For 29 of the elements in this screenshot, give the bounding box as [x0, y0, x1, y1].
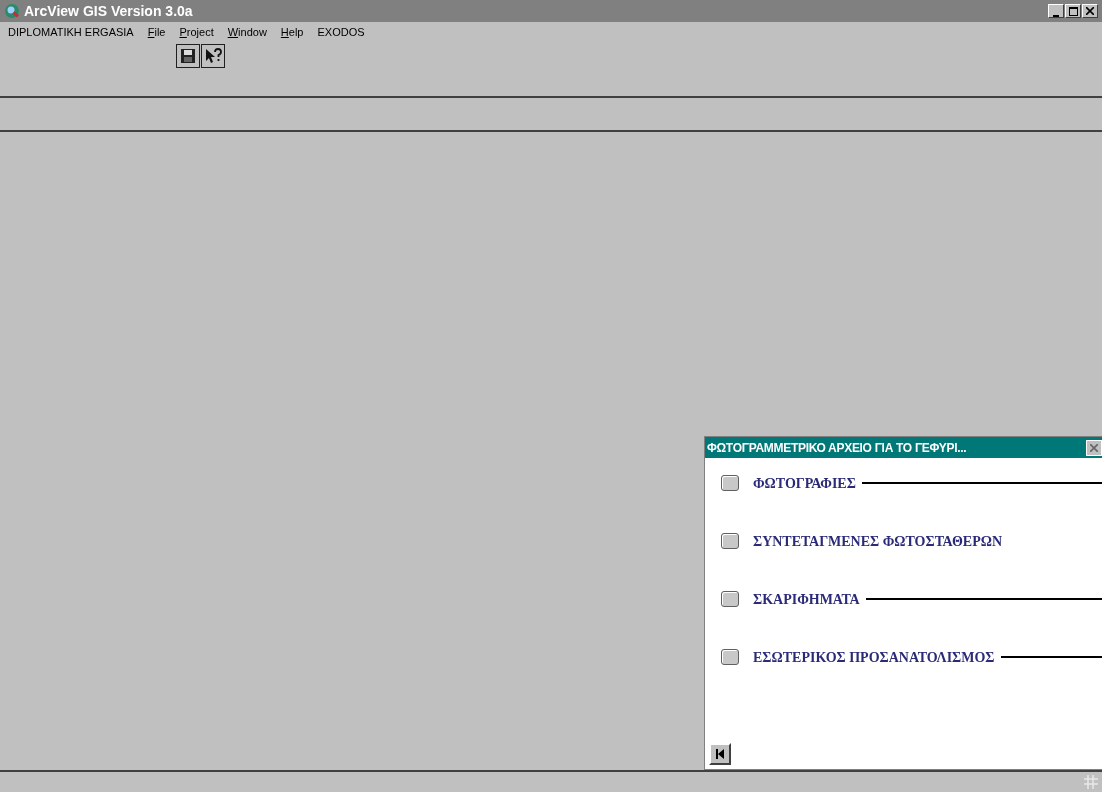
resize-grip-icon [1084, 775, 1098, 789]
option-button[interactable] [721, 475, 739, 491]
minimize-button[interactable] [1048, 4, 1064, 18]
first-record-button[interactable] [709, 743, 731, 765]
menu-item[interactable]: Help [280, 23, 304, 41]
minimize-icon [1053, 15, 1059, 17]
option-label: ΣΚΑΡΙΦΗΜΑΤΑ [753, 590, 860, 609]
menu-item[interactable]: Window [227, 23, 267, 41]
option-button[interactable] [721, 533, 739, 549]
maximize-button[interactable] [1065, 4, 1081, 18]
close-icon [1086, 7, 1094, 15]
menu-item[interactable]: DIPLOMATIKH ERGASIA [8, 23, 134, 41]
menu-item[interactable]: Project [179, 23, 214, 41]
close-icon [1090, 443, 1098, 452]
dialog-title: ΦΩΤΟΓΡΑΜΜΕΤΡΙΚΟ ΑΡΧΕΙΟ ΓΙΑ ΤΟ ΓΕΦΥΡΙ... [707, 439, 967, 457]
option-label: ΕΣΩΤΕΡΙΚΟΣ ΠΡΟΣΑΝΑΤΟΛΙΣΜΟΣ [753, 648, 995, 667]
skip-back-icon [716, 749, 724, 759]
menu-item[interactable]: File [147, 23, 166, 41]
pointer-question-icon [204, 48, 222, 64]
window-title: ArcView GIS Version 3.0a [24, 1, 193, 21]
option-label: ΦΩΤΟΓΡΑΦΙΕΣ [753, 474, 856, 493]
option-button[interactable] [721, 649, 739, 665]
option-label: ΣΥΝΤΕΤΑΓΜΕΝΕΣ ΦΩΤΟΣΤΑΘΕΡΩΝ [753, 532, 1003, 551]
menu-item[interactable]: EXODOS [317, 23, 365, 41]
option-button[interactable] [721, 591, 739, 607]
save-button[interactable] [176, 44, 200, 68]
help-button[interactable] [201, 44, 225, 68]
maximize-icon [1068, 6, 1078, 16]
close-button[interactable] [1082, 4, 1098, 18]
